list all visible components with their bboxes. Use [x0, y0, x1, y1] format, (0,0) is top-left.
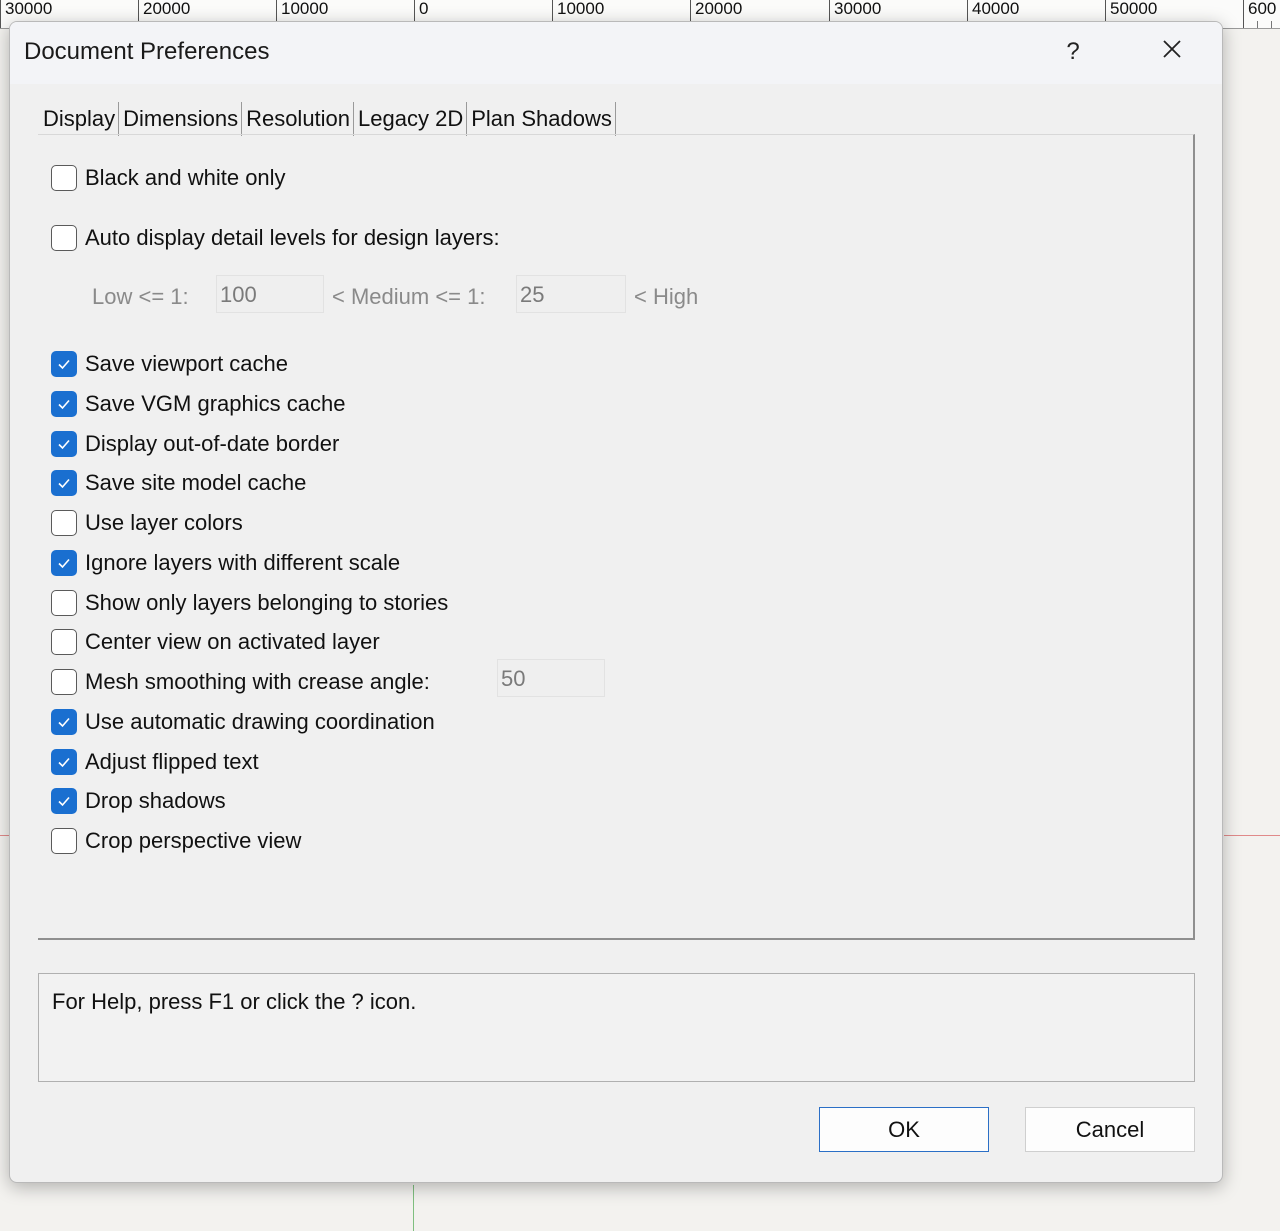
save-vgm-graphics-cache-checkbox[interactable]: Save VGM graphics cache: [51, 389, 345, 419]
tab-plan-shadows[interactable]: Plan Shadows: [467, 102, 616, 136]
checkbox-label: Ignore layers with different scale: [85, 550, 401, 575]
checkbox-label: Auto display detail levels for design la…: [85, 225, 500, 250]
auto-display-detail-checkbox[interactable]: Auto display detail levels for design la…: [51, 223, 500, 253]
ruler-minor-tick: [1271, 21, 1272, 28]
checkbox-box: [51, 749, 77, 775]
checkbox-label: Use automatic drawing coordination: [85, 709, 435, 734]
checkbox-box: [51, 470, 77, 496]
checkbox-box: [51, 629, 77, 655]
help-text: For Help, press F1 or click the ? icon.: [52, 989, 417, 1014]
help-icon: ?: [1066, 38, 1080, 65]
checkbox-box: [51, 225, 77, 251]
save-viewport-cache-checkbox[interactable]: Save viewport cache: [51, 349, 288, 379]
help-text-box: For Help, press F1 or click the ? icon.: [38, 973, 1195, 1082]
ruler-minor-tick: [1257, 21, 1258, 28]
checkbox-label: Save VGM graphics cache: [85, 391, 346, 416]
tab-display[interactable]: Display: [39, 102, 120, 136]
checkbox-label: Center view on activated layer: [85, 629, 380, 654]
ignore-layers-different-scale-checkbox[interactable]: Ignore layers with different scale: [51, 548, 400, 578]
use-automatic-drawing-coordination-checkbox[interactable]: Use automatic drawing coordination: [51, 707, 435, 737]
dialog-titlebar[interactable]: Document Preferences ?: [10, 22, 1222, 84]
checkbox-label: Save site model cache: [85, 470, 307, 495]
checkbox-box: [51, 669, 77, 695]
checkbox-label: Black and white only: [85, 165, 286, 190]
checkbox-label: Save viewport cache: [85, 351, 288, 376]
use-layer-colors-checkbox[interactable]: Use layer colors: [51, 508, 243, 538]
center-view-activated-layer-checkbox[interactable]: Center view on activated layer: [51, 627, 380, 657]
help-button[interactable]: ?: [1050, 32, 1096, 72]
low-level-field[interactable]: [216, 275, 324, 313]
crop-perspective-view-checkbox[interactable]: Crop perspective view: [51, 826, 301, 856]
checkmark-icon: [58, 359, 70, 370]
checkbox-box: [51, 590, 77, 616]
tab-legacy-2d[interactable]: Legacy 2D: [354, 102, 468, 136]
checkbox-box: [51, 550, 77, 576]
ok-button-label: OK: [888, 1116, 920, 1142]
close-icon: [1162, 38, 1182, 66]
display-out-of-date-border-checkbox[interactable]: Display out-of-date border: [51, 429, 339, 459]
checkbox-box: [51, 828, 77, 854]
checkmark-icon: [58, 478, 70, 489]
drop-shadows-checkbox[interactable]: Drop shadows: [51, 786, 226, 816]
checkbox-label: Use layer colors: [85, 510, 243, 535]
save-site-model-cache-checkbox[interactable]: Save site model cache: [51, 468, 306, 498]
checkbox-label: Show only layers belonging to stories: [85, 590, 449, 615]
checkmark-icon: [58, 439, 70, 450]
checkbox-label: Mesh smoothing with crease angle:: [85, 669, 430, 694]
tab-bar: Display Dimensions Resolution Legacy 2D …: [39, 102, 616, 136]
checkbox-box: [51, 391, 77, 417]
checkbox-label: Drop shadows: [85, 788, 226, 813]
checkbox-label: Crop perspective view: [85, 828, 302, 853]
cancel-button-label: Cancel: [1075, 1116, 1145, 1142]
medium-level-field[interactable]: [516, 275, 626, 313]
ok-button[interactable]: OK: [819, 1107, 989, 1152]
checkbox-box: [51, 709, 77, 735]
black-white-only-checkbox[interactable]: Black and white only: [51, 163, 286, 193]
medium-level-label: < Medium <= 1:: [332, 284, 486, 309]
low-level-label: Low <= 1:: [92, 284, 189, 309]
checkmark-icon: [58, 717, 70, 728]
red-guide-line: [1224, 835, 1280, 836]
tab-dimensions[interactable]: Dimensions: [119, 102, 243, 136]
checkbox-box: [51, 351, 77, 377]
checkbox-label: Display out-of-date border: [85, 431, 340, 456]
red-guide-line-left: [0, 835, 9, 836]
crease-angle-field[interactable]: [497, 659, 605, 697]
green-guide-line: [413, 1185, 414, 1231]
cancel-button[interactable]: Cancel: [1025, 1107, 1195, 1152]
checkmark-icon: [58, 399, 70, 410]
tab-resolution[interactable]: Resolution: [242, 102, 355, 136]
close-button[interactable]: [1149, 32, 1195, 72]
high-level-label: < High: [634, 284, 699, 309]
checkmark-icon: [58, 558, 70, 569]
adjust-flipped-text-checkbox[interactable]: Adjust flipped text: [51, 747, 259, 777]
checkbox-box: [51, 788, 77, 814]
checkbox-box: [51, 165, 77, 191]
checkmark-icon: [58, 757, 70, 768]
checkbox-box: [51, 431, 77, 457]
checkbox-box: [51, 510, 77, 536]
checkmark-icon: [58, 796, 70, 807]
mesh-smoothing-checkbox[interactable]: Mesh smoothing with crease angle:: [51, 667, 430, 697]
show-only-layers-stories-checkbox[interactable]: Show only layers belonging to stories: [51, 588, 448, 618]
document-preferences-dialog: Document Preferences ? Display Dimension…: [9, 21, 1223, 1183]
dialog-title: Document Preferences: [24, 38, 270, 65]
checkbox-label: Adjust flipped text: [85, 749, 259, 774]
